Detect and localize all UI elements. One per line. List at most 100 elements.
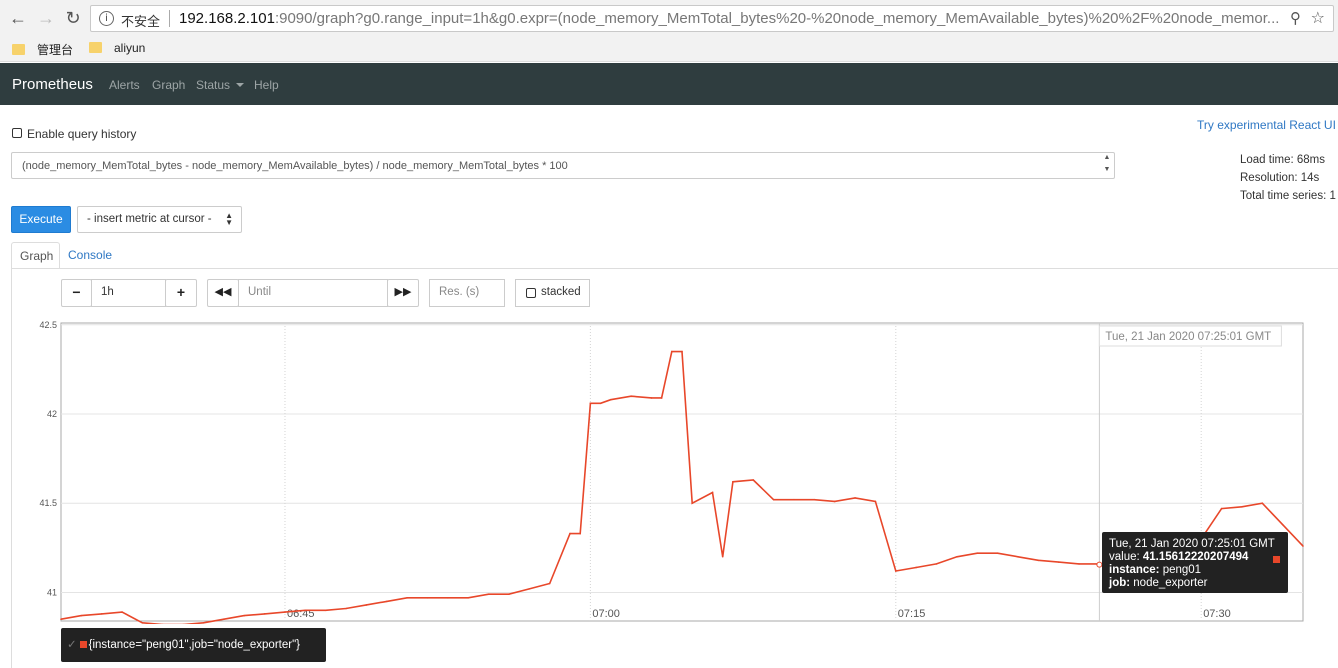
react-ui-link[interactable]: Try experimental React UI [1197, 118, 1336, 132]
rewind-icon[interactable]: ◀◀ [207, 279, 239, 307]
series-point [80, 614, 83, 617]
url-text[interactable]: 192.168.2.101:9090/graph?g0.range_input=… [179, 10, 1279, 27]
spinner-icon[interactable]: ▲ ▼ [1100, 152, 1114, 173]
bookmark-label: 管理台 [37, 43, 74, 57]
series-point [1057, 561, 1060, 563]
series-point [569, 532, 571, 535]
range-increase-button[interactable]: + [165, 279, 197, 307]
bookmark-item[interactable]: aliyun [89, 41, 145, 57]
series-point [345, 607, 347, 610]
url-host: 192.168.2.101 [179, 10, 275, 27]
series-point [1017, 555, 1019, 558]
fast-forward-icon[interactable]: ▶▶ [387, 279, 419, 307]
resolution-input[interactable]: Res. (s) [429, 279, 505, 307]
x-tick-label: 07:15 [898, 608, 926, 620]
series-point [1241, 505, 1243, 508]
series-point [467, 597, 470, 599]
tooltip-job-value: node_exporter [1133, 577, 1208, 589]
back-icon[interactable]: ← [8, 8, 28, 28]
tooltip-instance: instance: peng01 [1109, 564, 1281, 577]
tab-console[interactable]: Console [60, 242, 120, 269]
top-navbar: Prometheus Alerts Graph Status Help [0, 63, 1338, 105]
nav-alerts[interactable]: Alerts [109, 78, 140, 92]
browser-toolbar: ← → ↻ i 不安全 192.168.2.101:9090/graph?g0.… [0, 0, 1338, 36]
y-tick-label: 41 [47, 587, 57, 597]
resolution-text: Resolution: 14s [1240, 172, 1320, 184]
series-point [935, 563, 938, 565]
bookmark-label: aliyun [114, 41, 146, 55]
stacked-checkbox [526, 288, 536, 298]
address-bar[interactable]: i 不安全 192.168.2.101:9090/graph?g0.range_… [90, 5, 1334, 32]
hover-time-label: Tue, 21 Jan 2020 07:25:01 GMT [1105, 331, 1271, 343]
tooltip-time: Tue, 21 Jan 2020 07:25:01 GMT [1109, 538, 1275, 550]
query-history-label: Enable query history [27, 127, 137, 141]
series-point [202, 621, 205, 624]
series-point [60, 618, 62, 621]
query-history-checkbox[interactable] [12, 128, 22, 138]
load-time: Load time: 68ms [1240, 154, 1326, 166]
series-point [976, 552, 979, 554]
panel-border [11, 268, 12, 668]
series-point [721, 555, 724, 558]
range-input[interactable]: 1h [91, 279, 166, 307]
insert-metric-select[interactable]: - insert metric at cursor - ▲ ▼ [77, 206, 242, 233]
series-point [1302, 545, 1304, 547]
hover-tooltip: Tue, 21 Jan 2020 07:25:01 GMT value: 41.… [1102, 532, 1288, 593]
forward-icon[interactable]: → [36, 8, 56, 28]
series-point [956, 555, 958, 558]
series-point [813, 498, 816, 501]
check-icon[interactable]: ✓ [67, 639, 77, 651]
range-decrease-button[interactable]: − [61, 279, 92, 307]
nav-help[interactable]: Help [254, 78, 279, 92]
series-point [589, 402, 592, 405]
nav-graph[interactable]: Graph [152, 78, 185, 92]
stacked-button[interactable]: stacked [515, 279, 590, 307]
info-icon[interactable]: i [99, 11, 114, 26]
x-tick-label: 07:00 [592, 608, 620, 620]
brand-link[interactable]: Prometheus [12, 76, 93, 93]
folder-icon [89, 42, 102, 53]
series-point [833, 500, 836, 503]
series-point [284, 611, 286, 613]
series-point [243, 614, 246, 617]
series-point [1281, 523, 1284, 526]
y-tick-label: 42.5 [39, 320, 57, 330]
series-point [426, 597, 429, 599]
series-point [793, 498, 795, 501]
series-point [223, 618, 225, 621]
tooltip-value-label: value: [1109, 551, 1140, 563]
graph-legend[interactable]: ✓ {instance="peng01",job="node_exporter"} [61, 628, 326, 662]
series-point [508, 593, 510, 596]
tooltip-value-number: 41.15612220207494 [1142, 551, 1249, 563]
security-label[interactable]: 不安全 [121, 11, 160, 30]
series-point [141, 621, 144, 624]
zoom-icon[interactable]: ⚲ [1290, 9, 1301, 27]
execute-button[interactable]: Execute [11, 206, 71, 233]
folder-icon [12, 44, 25, 55]
caret-down-icon [236, 83, 245, 87]
series-point [711, 491, 714, 494]
series-point [447, 597, 449, 599]
tab-graph[interactable]: Graph [11, 242, 60, 269]
tooltip-instance-value: peng01 [1162, 564, 1202, 576]
series-point [1220, 507, 1223, 510]
series-swatch [1273, 556, 1280, 563]
series-point [548, 582, 551, 585]
legend-series-label[interactable]: {instance="peng01",job="node_exporter"} [89, 639, 300, 651]
series-point [660, 397, 663, 399]
expression-input[interactable]: (node_memory_MemTotal_bytes - node_memor… [11, 152, 1115, 179]
tooltip-job: job: node_exporter [1109, 577, 1281, 590]
series-point [100, 613, 103, 615]
series-point [894, 570, 897, 572]
series-point [385, 600, 388, 603]
series-point [650, 397, 653, 399]
series-point [671, 350, 673, 353]
star-icon[interactable]: ☆ [1311, 8, 1325, 28]
reload-icon[interactable]: ↻ [63, 8, 83, 28]
bookmark-item[interactable]: 管理台 [12, 41, 73, 57]
until-input[interactable]: Until [238, 279, 388, 307]
series-point [915, 566, 917, 569]
series-point [854, 497, 856, 499]
series-point [263, 613, 266, 615]
nav-status[interactable]: Status [196, 78, 245, 92]
